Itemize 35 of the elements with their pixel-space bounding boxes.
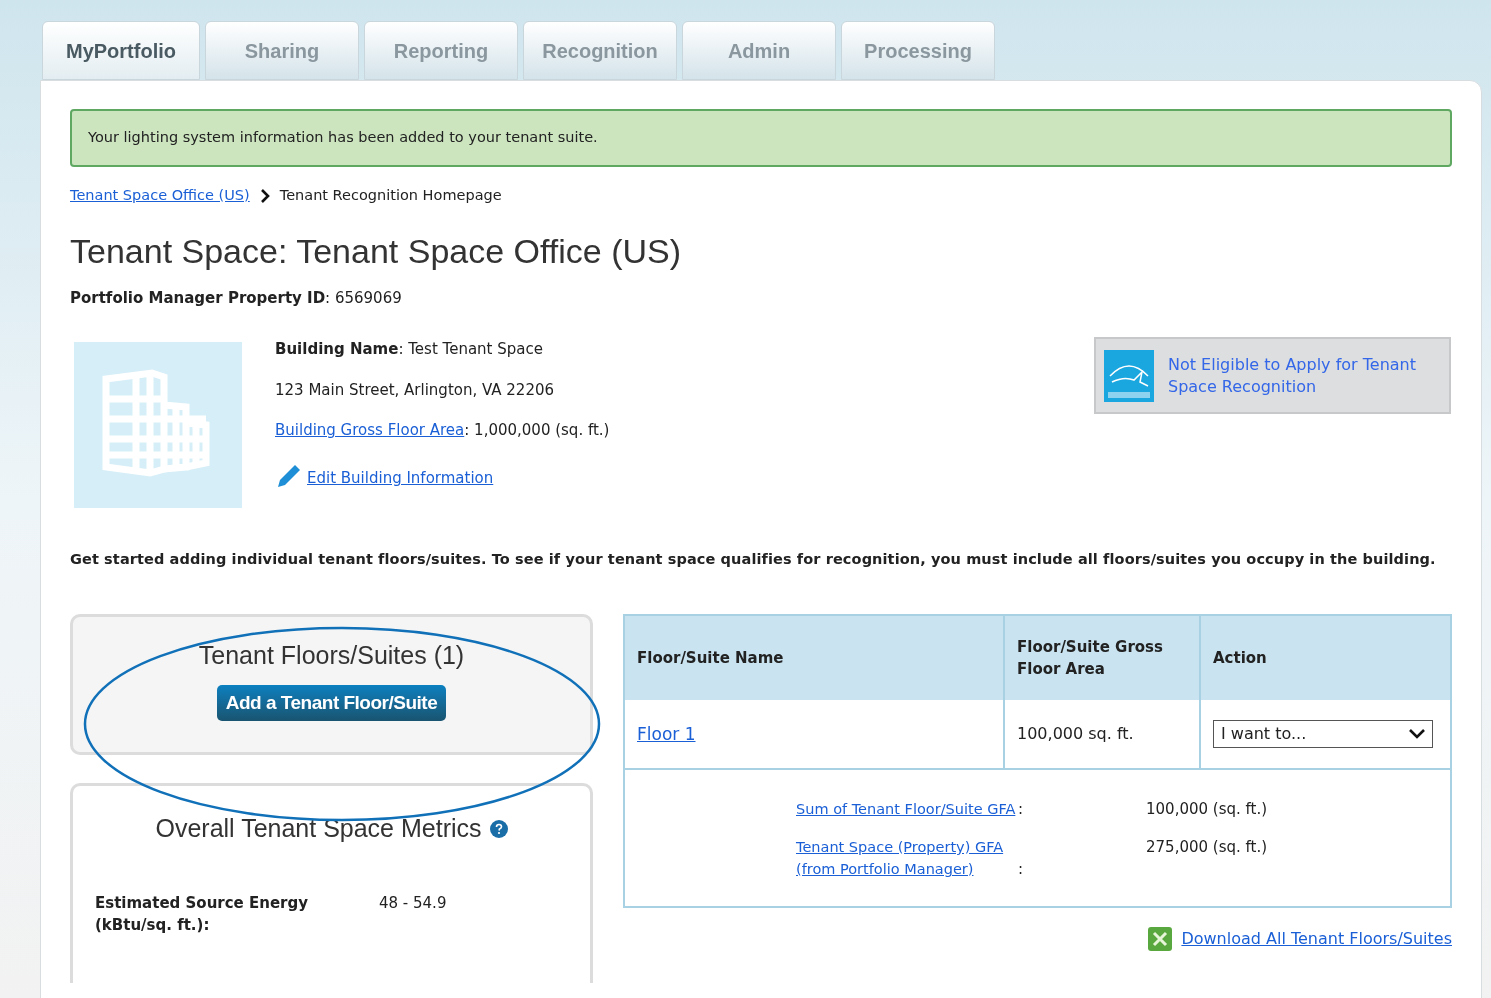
chevron-right-icon	[259, 188, 270, 203]
chevron-down-icon	[1409, 729, 1425, 740]
building-address-text: 123 Main Street, Arlington, VA 22206	[275, 380, 556, 402]
table-cell: 100,000 sq. ft.	[1004, 700, 1200, 769]
summary-value: 275,000 (sq. ft.)	[1146, 837, 1268, 859]
edit-building-link[interactable]: Edit Building Information	[307, 466, 494, 491]
eligibility-link[interactable]: Not Eligible to Apply for Tenant Space Recognition	[1168, 353, 1438, 398]
summary-link[interactable]: Sum of Tenant Floor/Suite GFA	[796, 798, 1018, 821]
summary-colon: :	[1018, 859, 1024, 881]
metric-label: Estimated Source Energy (kBtu/sq. ft.):	[95, 892, 310, 936]
column-header: Action	[1200, 616, 1450, 701]
column-header: Floor/Suite Gross Floor Area	[1004, 616, 1200, 701]
nav-tab[interactable]: MyPortfolio	[42, 21, 200, 80]
summary-value: 100,000 (sq. ft.)	[1146, 799, 1268, 821]
property-id-text: Portfolio Manager Property ID: 6569069	[70, 287, 403, 309]
add-floor-button[interactable]: Add a Tenant Floor/Suite	[216, 684, 447, 721]
success-alert: Your lighting system information has been added to your tenant suite.	[70, 109, 1452, 167]
breadcrumb-link[interactable]: Tenant Space Office (US)	[70, 185, 250, 207]
metric-value: 48 - 54.9	[379, 892, 447, 914]
download-link[interactable]: Download All Tenant Floors/Suites	[1181, 927, 1452, 952]
spreadsheet-icon	[1147, 926, 1174, 953]
card-title: Tenant Floors/Suites (1)	[198, 640, 465, 672]
floor-area-link[interactable]: Building Gross Floor Area	[275, 421, 465, 440]
intro-text: Get started adding individual tenant floors/suites. To see if your tenant space qualifies for recognition, you must include all floors/suites you occupy in the building.	[70, 550, 1437, 570]
page-title: Tenant Space: Tenant Space Office (US)	[70, 230, 683, 272]
action-dropdown[interactable]: I want to...	[1213, 720, 1433, 749]
help-icon[interactable]	[489, 820, 508, 838]
card-title: Overall Tenant Space Metrics	[155, 813, 482, 845]
summary-colon: :	[1018, 799, 1024, 821]
summary-link[interactable]: Tenant Space (Property) GFA (from Portfolio Manager)	[796, 836, 1018, 881]
floor-link[interactable]: Floor 1	[637, 723, 696, 744]
floor-area-text: Building Gross Floor Area: 1,000,000 (sq. ft.)	[275, 420, 610, 442]
building-name-text: Building Name: Test Tenant Space	[275, 339, 544, 361]
breadcrumb-current: Tenant Recognition Homepage	[279, 186, 502, 205]
column-header: Floor/Suite Name	[625, 616, 1004, 701]
